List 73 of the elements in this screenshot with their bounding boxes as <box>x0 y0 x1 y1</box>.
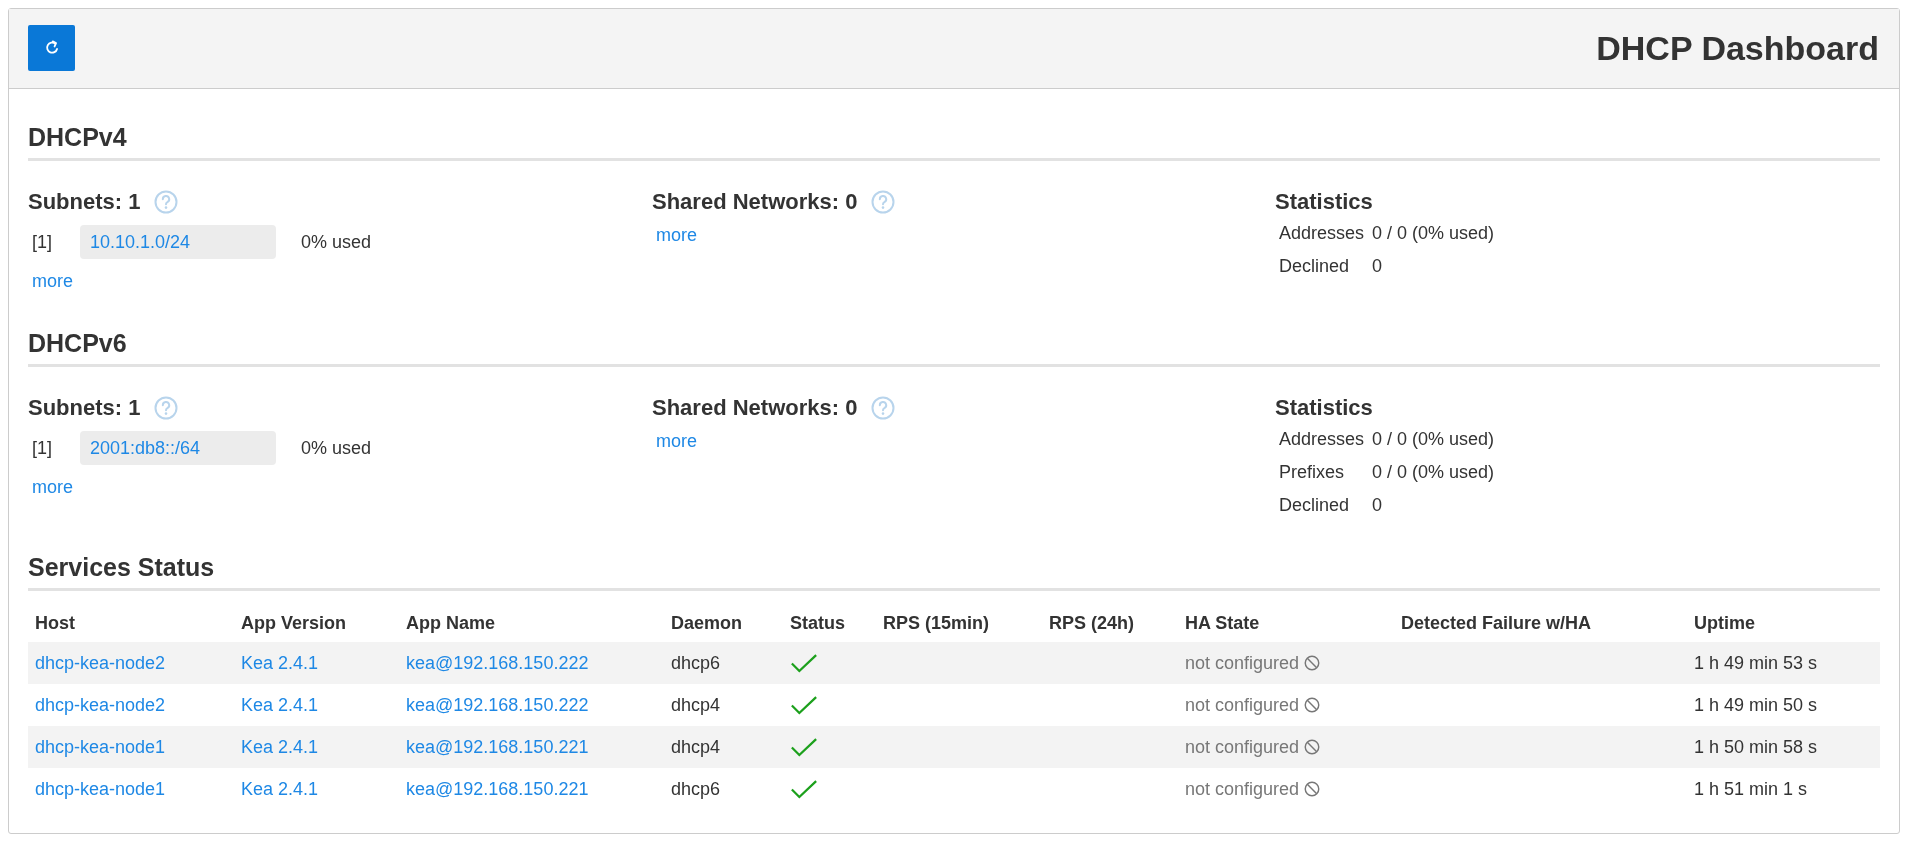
ha-state-text: not configured <box>1185 736 1300 757</box>
more-link[interactable]: more <box>32 271 73 292</box>
help-icon <box>154 190 179 214</box>
column-header: App Name <box>399 605 664 642</box>
more-link[interactable]: more <box>656 225 697 246</box>
section-title: DHCPv4 <box>28 120 1880 161</box>
ban-icon <box>1303 654 1322 673</box>
stat-value: 0 / 0 (0% used) <box>1372 223 1495 244</box>
subnet-usage: 0% used <box>301 231 372 253</box>
table-cell: 1 h 50 min 58 s <box>1687 726 1880 768</box>
stat-label: Declined <box>1279 495 1351 516</box>
more-link[interactable]: more <box>32 477 73 498</box>
section-title: Services Status <box>28 550 1880 591</box>
refresh-button[interactable] <box>28 24 75 71</box>
help-icon <box>154 396 179 420</box>
more-link[interactable]: more <box>656 431 697 452</box>
host-link[interactable]: dhcp-kea-node1 <box>35 736 166 757</box>
help-icon <box>871 396 896 420</box>
subnet-link[interactable]: 2001:db8::/64 <box>80 431 276 465</box>
subnets-heading: Subnets: 1 <box>28 395 141 421</box>
table-cell: dhcp6 <box>664 642 783 684</box>
column-header: Host <box>28 605 234 642</box>
app-version-link[interactable]: Kea 2.4.1 <box>241 778 319 799</box>
statistics-heading: Statistics <box>1275 189 1373 215</box>
ban-icon <box>1303 780 1322 799</box>
section-title: DHCPv6 <box>28 326 1880 367</box>
statistics-heading: Statistics <box>1275 395 1373 421</box>
help-icon <box>871 190 896 214</box>
stat-label: Addresses <box>1279 223 1365 244</box>
page-title: DHCP Dashboard <box>1596 29 1879 68</box>
ban-icon <box>1303 738 1322 757</box>
shared-networks-heading: Shared Networks: 0 <box>652 189 858 215</box>
host-link[interactable]: dhcp-kea-node2 <box>35 694 166 715</box>
host-link[interactable]: dhcp-kea-node2 <box>35 652 166 673</box>
subnets-heading: Subnets: 1 <box>28 189 141 215</box>
table-cell: dhcp4 <box>664 684 783 726</box>
app-version-link[interactable]: Kea 2.4.1 <box>241 736 319 757</box>
stat-label: Addresses <box>1279 429 1365 450</box>
stat-value: 0 <box>1372 495 1384 516</box>
shared-networks-heading: Shared Networks: 0 <box>652 395 858 421</box>
column-header: Daemon <box>664 605 783 642</box>
column-header: RPS (15min) <box>876 605 1042 642</box>
table-cell: 1 h 49 min 50 s <box>1687 684 1880 726</box>
ha-state-text: not configured <box>1185 652 1300 673</box>
subnet-link[interactable]: 10.10.1.0/24 <box>80 225 276 259</box>
app-name-link[interactable]: kea@192.168.150.221 <box>406 778 589 799</box>
app-version-link[interactable]: Kea 2.4.1 <box>241 694 319 715</box>
table-cell: dhcp4 <box>664 726 783 768</box>
app-version-link[interactable]: Kea 2.4.1 <box>241 652 319 673</box>
table-cell: 1 h 51 min 1 s <box>1687 768 1880 810</box>
stat-value: 0 <box>1372 256 1384 277</box>
column-header: Status <box>783 605 876 642</box>
ha-state-text: not configured <box>1185 694 1300 715</box>
stat-value: 0 / 0 (0% used) <box>1372 429 1495 450</box>
ha-state-text: not configured <box>1185 778 1300 799</box>
host-link[interactable]: dhcp-kea-node1 <box>35 778 166 799</box>
column-header: Uptime <box>1687 605 1880 642</box>
column-header: App Version <box>234 605 399 642</box>
column-header: HA State <box>1178 605 1394 642</box>
table-cell: dhcp6 <box>664 768 783 810</box>
column-header: Detected Failure w/HA <box>1394 605 1687 642</box>
app-name-link[interactable]: kea@192.168.150.222 <box>406 652 589 673</box>
table-cell: 1 h 49 min 53 s <box>1687 642 1880 684</box>
app-name-link[interactable]: kea@192.168.150.222 <box>406 694 589 715</box>
column-header: RPS (24h) <box>1042 605 1178 642</box>
stat-label: Declined <box>1279 256 1351 277</box>
app-name-link[interactable]: kea@192.168.150.221 <box>406 736 589 757</box>
subnet-index: [1] <box>31 437 53 459</box>
subnet-index: [1] <box>31 231 53 253</box>
ban-icon <box>1303 696 1322 715</box>
stat-label: Prefixes <box>1279 462 1346 483</box>
subnet-usage: 0% used <box>301 437 372 459</box>
stat-value: 0 / 0 (0% used) <box>1372 462 1495 483</box>
